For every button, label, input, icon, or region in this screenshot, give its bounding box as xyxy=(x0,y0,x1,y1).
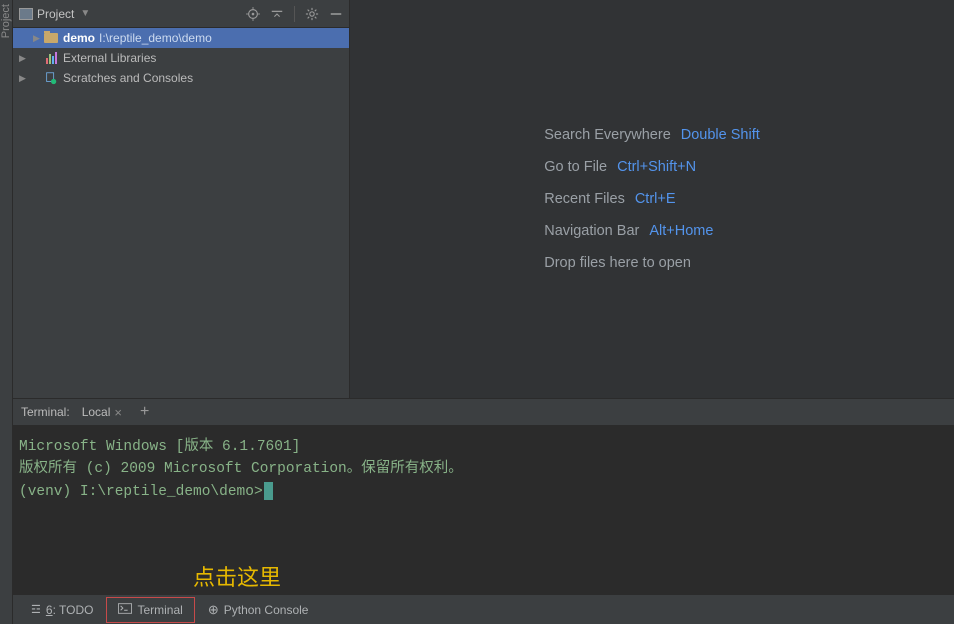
close-icon[interactable]: × xyxy=(114,405,122,420)
terminal-line: Microsoft Windows [版本 6.1.7601] xyxy=(19,436,948,458)
hint-navigation-bar: Navigation Bar Alt+Home xyxy=(544,223,760,239)
terminal-prompt-line: (venv) I:\reptile_demo\demo> xyxy=(19,481,948,503)
dropdown-arrow-icon[interactable]: ▼ xyxy=(80,8,90,19)
collapse-all-icon[interactable] xyxy=(270,7,284,21)
project-tree: ▶ demoI:\reptile_demo\demo ▶ External Li… xyxy=(13,28,349,88)
scratches-icon xyxy=(43,71,59,85)
bottom-tab-terminal[interactable]: Terminal xyxy=(107,598,193,622)
bottom-tab-python-console[interactable]: ⊕ Python Console xyxy=(198,598,319,622)
hint-drop-files: Drop files here to open xyxy=(544,255,760,271)
bottom-tab-label: Terminal xyxy=(137,603,182,617)
hide-icon[interactable] xyxy=(329,7,343,21)
shortcut-hints: Search Everywhere Double Shift Go to Fil… xyxy=(544,127,760,271)
terminal-title: Terminal: xyxy=(21,405,70,419)
tree-label: demoI:\reptile_demo\demo xyxy=(63,31,212,45)
bottom-tab-todo[interactable]: ☲ 6: TODO xyxy=(21,599,103,621)
editor-empty-state: Search Everywhere Double Shift Go to Fil… xyxy=(350,0,954,398)
sidebar-title[interactable]: Project xyxy=(37,7,74,21)
todo-icon: ☲ xyxy=(31,603,41,616)
python-icon: ⊕ xyxy=(208,602,219,618)
expand-arrow-icon[interactable]: ▶ xyxy=(19,73,29,84)
terminal-output[interactable]: Microsoft Windows [版本 6.1.7601] 版权所有 (c)… xyxy=(13,426,954,594)
hint-go-to-file: Go to File Ctrl+Shift+N xyxy=(544,159,760,175)
locate-icon[interactable] xyxy=(246,7,260,21)
libraries-icon xyxy=(43,52,59,64)
project-panel-icon xyxy=(19,8,33,20)
rail-label-project[interactable]: Project xyxy=(0,4,12,38)
expand-arrow-icon[interactable]: ▶ xyxy=(33,33,43,44)
tree-item-scratches[interactable]: ▶ Scratches and Consoles xyxy=(13,68,349,88)
hint-search-everywhere: Search Everywhere Double Shift xyxy=(544,127,760,143)
bottom-tool-bar: ☲ 6: TODO Terminal ⊕ Python Console xyxy=(13,594,954,624)
cursor-icon xyxy=(264,482,273,500)
project-sidebar: Project ▼ ▶ demoI:\reptile_demo\demo xyxy=(13,0,350,398)
terminal-tab-local[interactable]: Local × xyxy=(82,405,122,420)
tree-label: Scratches and Consoles xyxy=(63,71,193,85)
left-rail: Project xyxy=(0,0,13,624)
gear-icon[interactable] xyxy=(305,7,319,21)
tree-item-demo[interactable]: ▶ demoI:\reptile_demo\demo xyxy=(13,28,349,48)
header-divider xyxy=(294,6,295,22)
add-terminal-button[interactable]: + xyxy=(134,403,155,421)
terminal-icon xyxy=(118,603,132,617)
tree-label: External Libraries xyxy=(63,51,156,65)
hint-recent-files: Recent Files Ctrl+E xyxy=(544,191,760,207)
sidebar-header: Project ▼ xyxy=(13,0,349,28)
annotation-text: 点击这里 xyxy=(193,560,281,592)
tree-item-external-libraries[interactable]: ▶ External Libraries xyxy=(13,48,349,68)
bottom-tab-label: 6: TODO xyxy=(46,603,94,617)
expand-arrow-icon[interactable]: ▶ xyxy=(19,53,29,64)
terminal-line: 版权所有 (c) 2009 Microsoft Corporation。保留所有… xyxy=(19,458,948,480)
bottom-tab-label: Python Console xyxy=(224,603,309,617)
folder-icon xyxy=(43,33,59,43)
terminal-tab-bar: Terminal: Local × + xyxy=(13,398,954,426)
